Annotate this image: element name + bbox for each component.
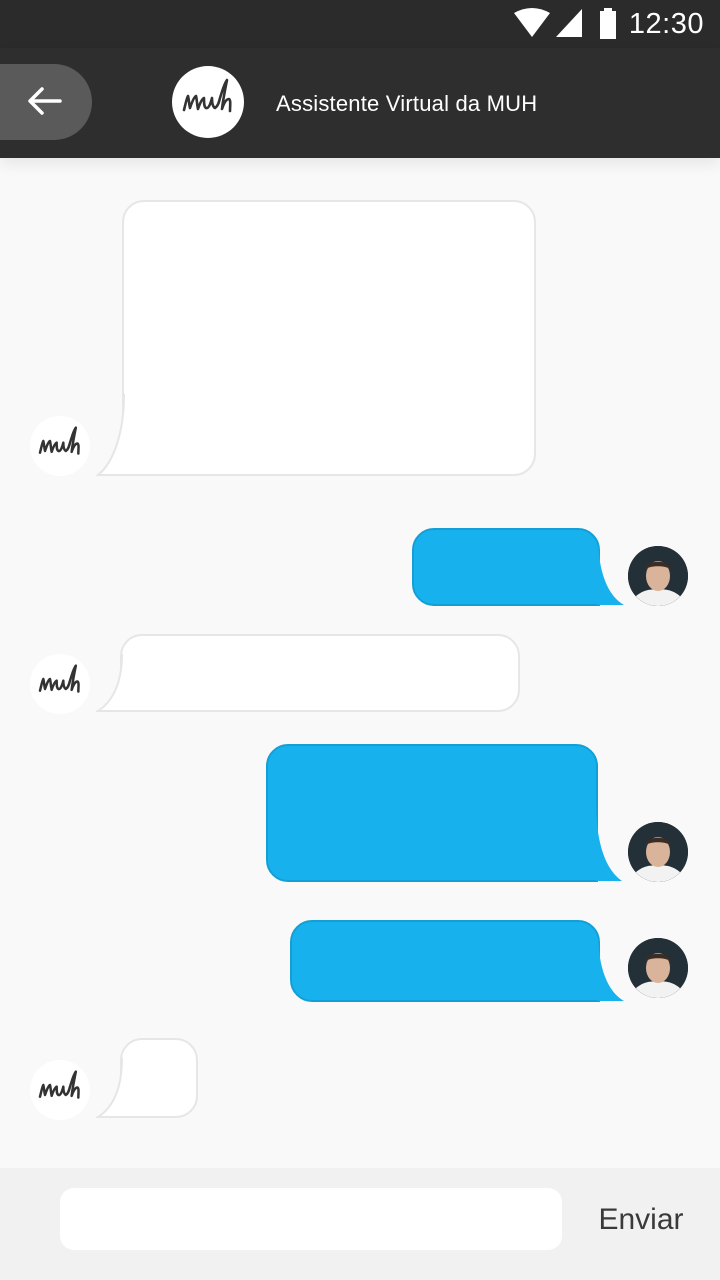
muh-logo-icon [38, 1070, 80, 1099]
user-photo-icon [628, 822, 688, 882]
battery-icon [600, 8, 616, 39]
user-avatar [628, 938, 688, 998]
back-button[interactable] [0, 64, 92, 140]
bubble-tail [596, 802, 622, 881]
bot-message-bubble [120, 634, 520, 712]
bubble-tail [96, 1058, 123, 1118]
user-photo-icon [628, 546, 688, 606]
muh-logo-avatar [172, 66, 244, 138]
user-message-bubble [412, 528, 600, 606]
bot-message-bubble [120, 1038, 198, 1118]
bot-message-bubble [122, 200, 536, 476]
composer-bar: Enviar [0, 1168, 720, 1280]
muh-logo-icon [38, 664, 80, 693]
muh-logo-icon [182, 78, 232, 113]
message-input[interactable] [60, 1188, 562, 1250]
clock: 12:30 [628, 8, 704, 40]
muh-logo-icon [38, 426, 80, 455]
user-message-bubble [290, 920, 600, 1002]
user-photo-icon [628, 938, 688, 998]
arrow-left-icon [28, 87, 62, 115]
bot-avatar [30, 416, 90, 476]
bubble-tail [96, 654, 123, 712]
page-title: Assistente Virtual da MUH [276, 91, 538, 116]
user-avatar [628, 822, 688, 882]
send-button[interactable]: Enviar [578, 1198, 704, 1242]
user-avatar [628, 546, 688, 606]
chat-area[interactable] [0, 158, 720, 1168]
app-bar: Assistente Virtual da MUH [0, 48, 720, 158]
bubble-tail [96, 394, 125, 476]
bubble-tail [598, 536, 624, 605]
signal-icon [556, 9, 582, 37]
bot-avatar [30, 1060, 90, 1120]
status-bar: 12:30 [0, 0, 720, 48]
user-message-bubble [266, 744, 598, 882]
bubble-tail [598, 932, 624, 1001]
wifi-icon [514, 8, 550, 37]
bot-avatar [30, 654, 90, 714]
